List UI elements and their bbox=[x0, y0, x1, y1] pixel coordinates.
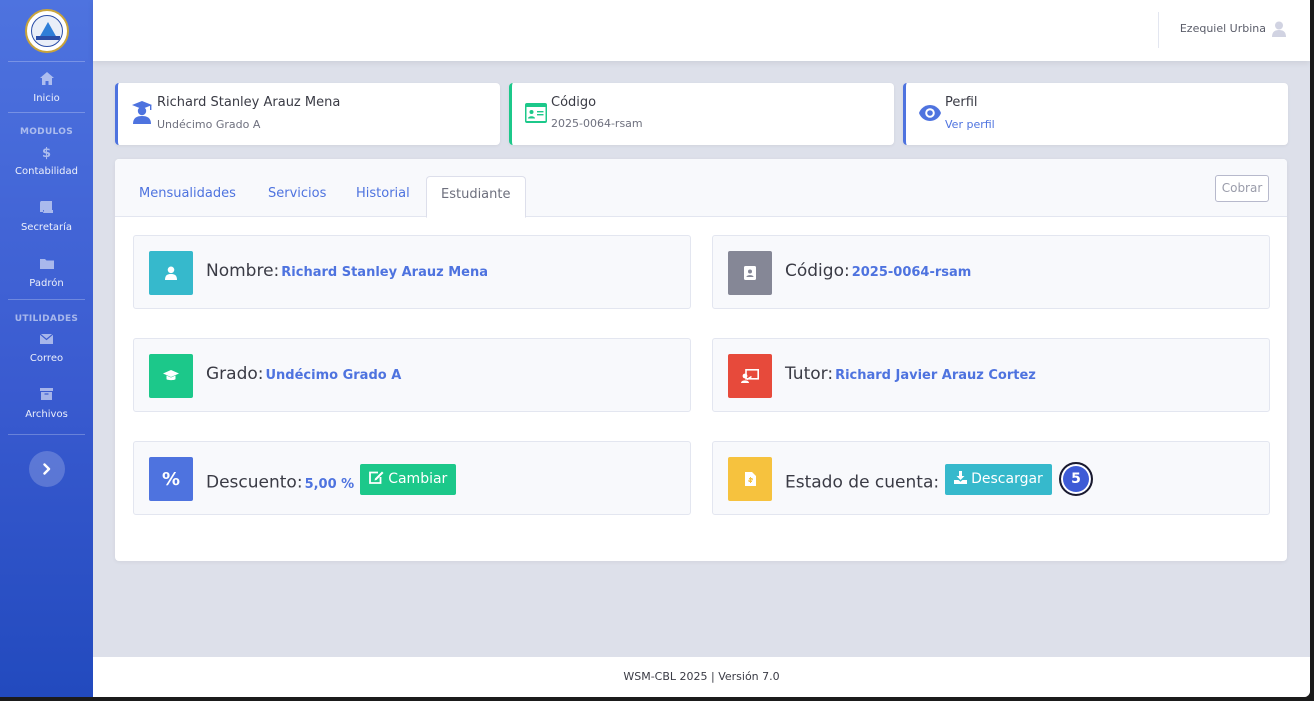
sidebar-toggle-button[interactable] bbox=[28, 451, 65, 487]
code-info-card: Código 2025-0064-rsam bbox=[509, 83, 894, 145]
codigo-value: 2025-0064-rsam bbox=[851, 265, 972, 280]
sidebar-item-archivos[interactable]: Archivos bbox=[0, 372, 93, 428]
footer-text: WSM-CBL 2025 | Versión 7.0 bbox=[623, 670, 780, 683]
app-window: Inicio MODULOS $ Contabilidad Secretaría… bbox=[0, 0, 1310, 697]
descuento-label: Descuento: bbox=[206, 472, 303, 493]
user-name[interactable]: Ezequiel Urbina bbox=[1180, 22, 1266, 35]
nombre-label: Nombre: bbox=[206, 261, 280, 281]
field-tutor: Tutor: Richard Javier Arauz Cortez bbox=[712, 338, 1270, 412]
tutor-label: Tutor: bbox=[785, 364, 834, 384]
user-icon[interactable] bbox=[1272, 21, 1286, 37]
tab-mensualidades[interactable]: Mensualidades bbox=[125, 176, 250, 217]
topbar: Ezequiel Urbina bbox=[93, 0, 1310, 61]
id-badge-icon bbox=[728, 251, 772, 295]
view-profile-link[interactable]: Ver perfil bbox=[945, 118, 995, 131]
student-grade: Undécimo Grado A bbox=[157, 118, 261, 131]
user-icon bbox=[149, 251, 193, 295]
file-invoice-dollar-icon bbox=[728, 457, 772, 501]
tab-estudiante[interactable]: Estudiante bbox=[426, 176, 526, 218]
card-header: Mensualidades Servicios Historial Estudi… bbox=[115, 159, 1287, 218]
sidebar-item-secretaria[interactable]: Secretaría bbox=[0, 185, 93, 241]
nombre-value: Richard Stanley Arauz Mena bbox=[281, 265, 488, 280]
descuento-value: 5,00 % bbox=[304, 476, 355, 492]
sidebar-item-inicio[interactable]: Inicio bbox=[0, 62, 93, 112]
footer: WSM-CBL 2025 | Versión 7.0 bbox=[93, 657, 1310, 697]
grado-label: Grado: bbox=[206, 364, 264, 384]
field-grado: Grado: Undécimo Grado A bbox=[133, 338, 691, 412]
cambiar-button-label: Cambiar bbox=[388, 471, 448, 487]
tab-servicios[interactable]: Servicios bbox=[254, 176, 340, 217]
cambiar-button[interactable]: Cambiar bbox=[360, 464, 457, 495]
student-info-card: Richard Stanley Arauz Mena Undécimo Grad… bbox=[115, 83, 500, 145]
student-detail-card: Mensualidades Servicios Historial Estudi… bbox=[115, 159, 1287, 561]
graduation-cap-icon bbox=[149, 354, 193, 398]
sidebar-item-padron[interactable]: Padrón bbox=[0, 241, 93, 297]
folder-icon bbox=[0, 257, 93, 275]
field-estado-cuenta: Estado de cuenta: Descargar 5 bbox=[712, 441, 1270, 515]
notification-badge[interactable]: 5 bbox=[1059, 462, 1093, 496]
profile-info-card: Perfil Ver perfil bbox=[903, 83, 1288, 145]
dollar-icon: $ bbox=[41, 146, 52, 161]
profile-title: Perfil bbox=[945, 95, 978, 110]
download-icon bbox=[954, 471, 968, 484]
field-descuento: % Descuento: 5,00 % Cambiar bbox=[133, 441, 691, 515]
code-value: 2025-0064-rsam bbox=[551, 117, 643, 130]
user-graduate-icon bbox=[132, 101, 152, 124]
eye-icon bbox=[919, 105, 941, 121]
codigo-label: Código: bbox=[785, 261, 850, 281]
sidebar-brand[interactable] bbox=[0, 0, 93, 61]
home-icon bbox=[0, 72, 93, 90]
student-name: Richard Stanley Arauz Mena bbox=[157, 95, 341, 110]
sidebar-item-correo[interactable]: Correo bbox=[0, 326, 93, 372]
sidebar-item-contabilidad[interactable]: $ Contabilidad bbox=[0, 139, 93, 185]
envelope-icon bbox=[0, 332, 93, 350]
field-codigo: Código: 2025-0064-rsam bbox=[712, 235, 1270, 309]
grado-value: Undécimo Grado A bbox=[265, 368, 402, 383]
sidebar-heading-utilidades: UTILIDADES bbox=[14, 314, 79, 324]
scroll-icon bbox=[0, 201, 93, 219]
field-nombre: Nombre: Richard Stanley Arauz Mena bbox=[133, 235, 691, 309]
edit-icon bbox=[369, 471, 384, 484]
percent-icon: % bbox=[149, 457, 193, 501]
chevron-right-icon bbox=[42, 463, 50, 475]
sidebar: Inicio MODULOS $ Contabilidad Secretaría… bbox=[0, 0, 93, 697]
cobrar-button[interactable]: Cobrar bbox=[1215, 175, 1269, 202]
archive-icon bbox=[0, 388, 93, 406]
descargar-button-label: Descargar bbox=[971, 471, 1043, 487]
descargar-button[interactable]: Descargar bbox=[945, 464, 1052, 495]
chalkboard-teacher-icon bbox=[728, 354, 772, 398]
code-title: Código bbox=[551, 95, 597, 110]
logo bbox=[24, 8, 69, 53]
sidebar-heading-modulos: MODULOS bbox=[19, 127, 74, 137]
id-card-icon bbox=[525, 103, 547, 123]
tab-historial[interactable]: Historial bbox=[342, 176, 424, 217]
estado-label: Estado de cuenta: bbox=[785, 472, 940, 493]
tutor-value: Richard Javier Arauz Cortez bbox=[835, 368, 1036, 383]
